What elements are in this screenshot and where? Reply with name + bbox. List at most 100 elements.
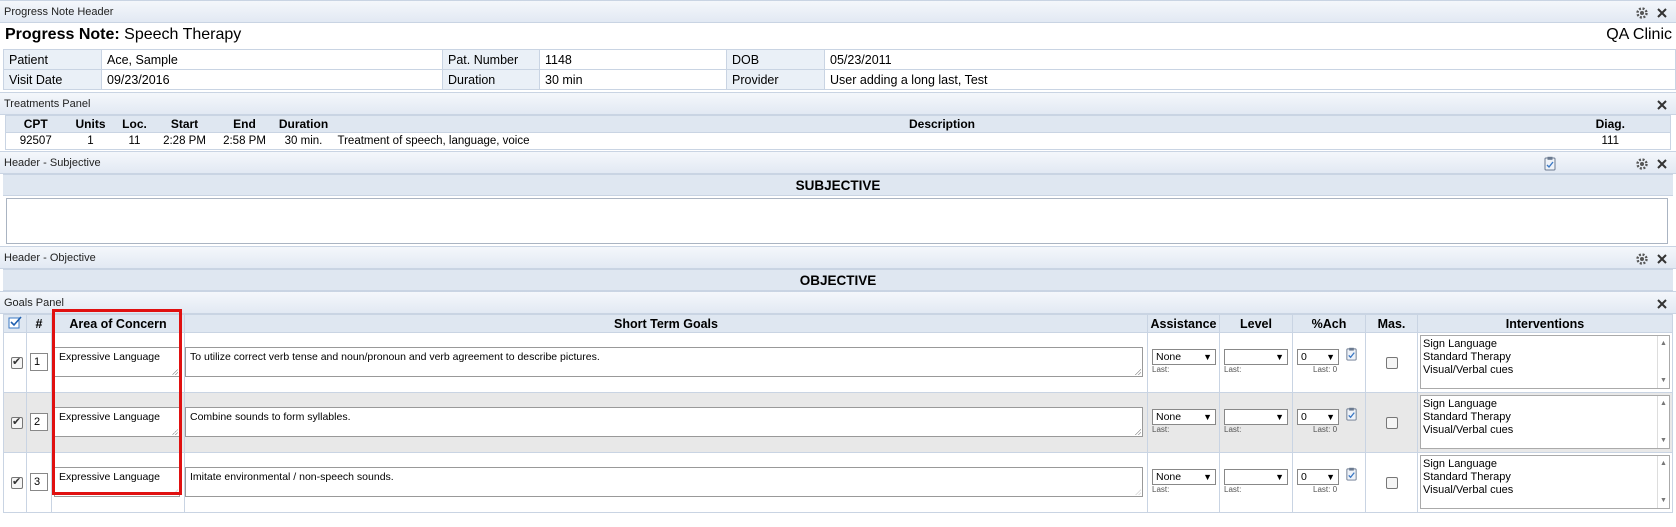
intervention-item[interactable]: Sign Language	[1423, 338, 1667, 351]
short-term-goal-input[interactable]: Imitate environmental / non-speech sound…	[185, 467, 1143, 497]
table-cell: 30 min.	[284, 135, 323, 147]
area-of-concern-cell: Expressive Language	[51, 452, 185, 513]
table-cell: 92507	[19, 135, 52, 147]
scroll-up-icon[interactable]: ▲	[1660, 337, 1667, 350]
info-label: DOB	[726, 49, 825, 70]
level-select[interactable]: ▼	[1224, 469, 1288, 485]
intervention-item[interactable]: Standard Therapy	[1423, 471, 1667, 484]
column-header: Loc.	[115, 115, 154, 133]
info-value: 09/23/2016	[101, 69, 443, 90]
interventions-cell: Sign Language Standard Therapy Visual/Verb…	[1417, 392, 1673, 453]
scroll-down-icon[interactable]: ▼	[1660, 494, 1667, 507]
column-header: Area of Concern	[51, 314, 185, 333]
dropdown-arrow-icon: ▼	[1203, 472, 1212, 482]
close-icon[interactable]	[1654, 97, 1670, 113]
intervention-item[interactable]: Sign Language	[1423, 398, 1667, 411]
column-header: Duration	[273, 115, 334, 133]
level-select[interactable]: ▼	[1224, 349, 1288, 365]
table-header-row: # Area of Concern Short Term Goals Assis…	[3, 314, 1673, 333]
column-header: #	[26, 314, 52, 333]
goal-select-checkbox[interactable]	[11, 355, 23, 369]
intervention-item[interactable]: Visual/Verbal cues	[1423, 364, 1667, 377]
info-label: Pat. Number	[442, 49, 540, 70]
achievement-value: 0	[1301, 351, 1307, 363]
area-of-concern-input[interactable]: Expressive Language	[54, 347, 180, 377]
mastered-checkbox[interactable]	[1385, 417, 1398, 429]
mastered-cell	[1365, 332, 1418, 393]
assistance-select[interactable]: None ▼	[1152, 469, 1216, 485]
achievement-select[interactable]: 0 ▼	[1297, 349, 1339, 365]
assistance-value: None	[1156, 351, 1182, 363]
table-cell: Treatment of speech, language, voice	[337, 135, 530, 147]
title-value: Speech Therapy	[124, 26, 242, 43]
intervention-item[interactable]: Visual/Verbal cues	[1423, 424, 1667, 437]
area-of-concern-input[interactable]: Expressive Language	[54, 407, 180, 437]
scroll-up-icon[interactable]: ▲	[1660, 397, 1667, 410]
interventions-list[interactable]: Sign Language Standard Therapy Visual/Verb…	[1420, 395, 1670, 449]
intervention-item[interactable]: Standard Therapy	[1423, 351, 1667, 364]
goal-number-input[interactable]: 3	[30, 473, 48, 491]
interventions-list[interactable]: Sign Language Standard Therapy Visual/Verb…	[1420, 455, 1670, 509]
short-term-goal-cell: Imitate environmental / non-speech sound…	[184, 452, 1148, 513]
goal-select-checkbox[interactable]	[11, 415, 23, 429]
short-term-goal-cell: Combine sounds to form syllables.	[184, 392, 1148, 453]
short-term-goal-input[interactable]: To utilize correct verb tense and noun/p…	[185, 347, 1143, 377]
column-header: Short Term Goals	[184, 314, 1148, 333]
dropdown-arrow-icon: ▼	[1203, 352, 1212, 362]
column-header: Mas.	[1365, 314, 1418, 333]
goal-number-input[interactable]: 2	[30, 413, 48, 431]
clipboard-icon[interactable]	[1542, 156, 1558, 172]
scroll-up-icon[interactable]: ▲	[1660, 457, 1667, 470]
achievement-last: Last: 0	[1313, 425, 1338, 434]
info-label: Duration	[442, 69, 540, 90]
close-icon[interactable]	[1654, 296, 1670, 312]
mastered-checkbox[interactable]	[1385, 477, 1398, 489]
level-cell: ▼ Last:	[1219, 332, 1293, 393]
scrollbar[interactable]: ▲ ▼	[1657, 336, 1669, 388]
close-icon[interactable]	[1654, 156, 1670, 172]
intervention-item[interactable]: Visual/Verbal cues	[1423, 484, 1667, 497]
achievement-select[interactable]: 0 ▼	[1297, 409, 1339, 425]
column-header: Level	[1219, 314, 1293, 333]
gear-icon[interactable]	[1634, 5, 1650, 21]
gear-icon[interactable]	[1634, 156, 1650, 172]
achievement-value: 0	[1301, 471, 1307, 483]
goal-select-checkbox[interactable]	[11, 475, 23, 489]
column-header: %Ach	[1292, 314, 1366, 333]
level-select[interactable]: ▼	[1224, 409, 1288, 425]
clipboard-icon[interactable]	[1345, 407, 1358, 424]
clipboard-icon[interactable]	[1345, 347, 1358, 364]
dropdown-arrow-icon: ▼	[1326, 352, 1335, 362]
intervention-item[interactable]: Sign Language	[1423, 458, 1667, 471]
assistance-select[interactable]: None ▼	[1152, 349, 1216, 365]
dropdown-arrow-icon: ▼	[1275, 352, 1284, 362]
level-last: Last:	[1224, 365, 1242, 374]
check-all-header[interactable]	[3, 314, 27, 333]
panel-title: Header - Subjective	[4, 157, 101, 169]
assistance-select[interactable]: None ▼	[1152, 409, 1216, 425]
short-term-goal-input[interactable]: Combine sounds to form syllables.	[185, 407, 1143, 437]
gear-icon[interactable]	[1634, 251, 1650, 267]
scroll-down-icon[interactable]: ▼	[1660, 374, 1667, 387]
subjective-textarea[interactable]	[6, 198, 1668, 244]
mastered-checkbox[interactable]	[1385, 357, 1398, 369]
scrollbar[interactable]: ▲ ▼	[1657, 396, 1669, 448]
achievement-select[interactable]: 0 ▼	[1297, 469, 1339, 485]
area-of-concern-input[interactable]: Expressive Language	[54, 467, 180, 497]
close-icon[interactable]	[1654, 251, 1670, 267]
patient-info-table: Patient Ace, Sample Pat. Number 1148 DOB…	[3, 49, 1676, 90]
scrollbar[interactable]: ▲ ▼	[1657, 456, 1669, 508]
table-row[interactable]: 92507 1 11 2:28 PM 2:58 PM 30 min. Treat…	[6, 133, 1671, 150]
goal-number-input[interactable]: 1	[30, 353, 48, 371]
info-value: 30 min	[539, 69, 727, 90]
check-all-icon[interactable]	[8, 315, 22, 332]
intervention-item[interactable]: Standard Therapy	[1423, 411, 1667, 424]
panel-title: Goals Panel	[4, 297, 64, 309]
title-label: Progress Note:	[5, 26, 120, 43]
dropdown-arrow-icon: ▼	[1326, 412, 1335, 422]
interventions-list[interactable]: Sign Language Standard Therapy Visual/Verb…	[1420, 335, 1670, 389]
close-icon[interactable]	[1654, 5, 1670, 21]
scroll-down-icon[interactable]: ▼	[1660, 434, 1667, 447]
goal-select-cell	[3, 452, 27, 513]
clipboard-icon[interactable]	[1345, 467, 1358, 484]
